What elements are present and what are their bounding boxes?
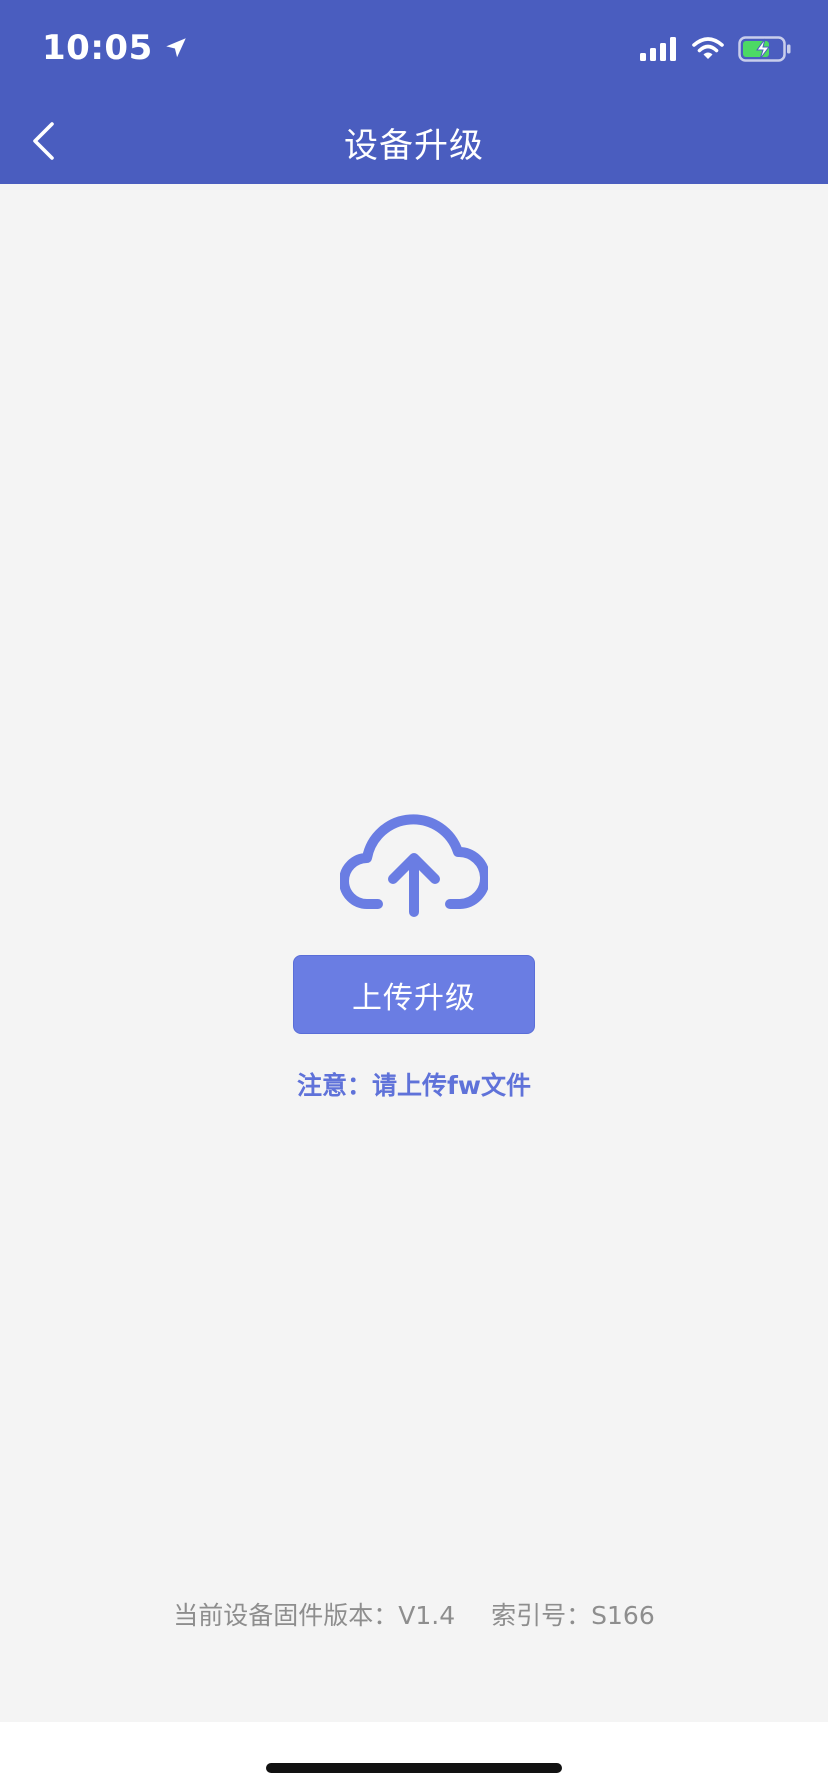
cloud-upload-icon (340, 814, 488, 917)
page-title: 设备升级 (344, 126, 484, 166)
upload-upgrade-button[interactable]: 上传升级 (293, 955, 535, 1034)
cellular-signal-icon (640, 37, 676, 61)
status-time: 10:05 (42, 28, 189, 68)
bottom-safe-area (0, 1722, 828, 1792)
wifi-icon (692, 37, 724, 59)
firmware-version: 当前设备固件版本：V1.4 (173, 1601, 456, 1630)
battery-charging-icon (738, 36, 791, 62)
status-time-text: 10:05 (42, 28, 153, 68)
home-indicator[interactable] (266, 1763, 562, 1773)
device-info: 当前设备固件版本：V1.4 索引号：S166 (0, 1596, 828, 1632)
header: 10:05 设备升级 (0, 0, 828, 184)
location-arrow-icon (165, 38, 186, 58)
upload-note: 注意：请上传fw文件 (297, 1071, 531, 1100)
index-number: 索引号：S166 (491, 1601, 655, 1630)
status-indicators (640, 36, 792, 62)
main-content (0, 184, 828, 1722)
